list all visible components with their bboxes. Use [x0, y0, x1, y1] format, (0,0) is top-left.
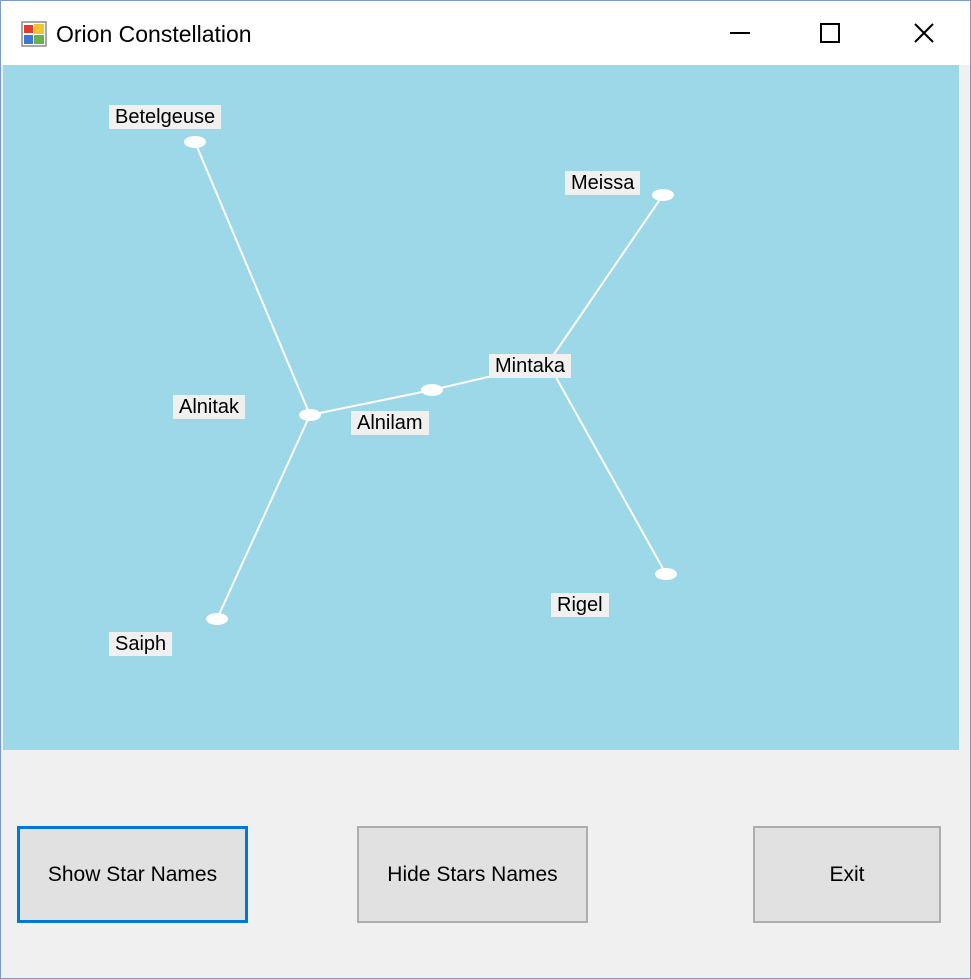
label-alnilam: Alnilam	[351, 411, 429, 435]
close-button[interactable]	[879, 1, 969, 65]
minimize-icon	[730, 32, 750, 34]
show-star-names-button[interactable]: Show Star Names	[17, 826, 248, 923]
line-betelgeuse-alnitak	[194, 141, 311, 416]
star-saiph	[206, 613, 228, 625]
star-alnilam	[421, 384, 443, 396]
app-window: Orion Constellation Betelgeuse Meissa Mi…	[0, 0, 971, 979]
line-alnitak-saiph	[216, 414, 311, 620]
line-mintaka-meissa	[547, 194, 664, 364]
label-rigel: Rigel	[551, 593, 609, 617]
maximize-icon	[820, 23, 840, 43]
label-saiph: Saiph	[109, 632, 173, 656]
star-rigel	[655, 568, 677, 580]
label-betelgeuse: Betelgeuse	[109, 105, 222, 129]
label-alnitak: Alnitak	[173, 395, 246, 419]
star-betelgeuse	[184, 136, 206, 148]
star-meissa	[652, 189, 674, 201]
line-mintaka-rigel	[547, 362, 667, 575]
app-form-icon	[21, 21, 47, 47]
window-title: Orion Constellation	[56, 21, 252, 47]
star-alnitak	[299, 409, 321, 421]
label-mintaka: Mintaka	[489, 354, 572, 378]
constellation-canvas: Betelgeuse Meissa Mintaka Alnitak Alnila…	[3, 65, 959, 750]
minimize-button[interactable]	[695, 1, 785, 65]
exit-button[interactable]: Exit	[753, 826, 941, 923]
title-bar: Orion Constellation	[1, 1, 970, 65]
label-meissa: Meissa	[565, 171, 641, 195]
hide-star-names-button[interactable]: Hide Stars Names	[357, 826, 588, 923]
maximize-button[interactable]	[785, 1, 875, 65]
close-icon	[914, 23, 934, 43]
